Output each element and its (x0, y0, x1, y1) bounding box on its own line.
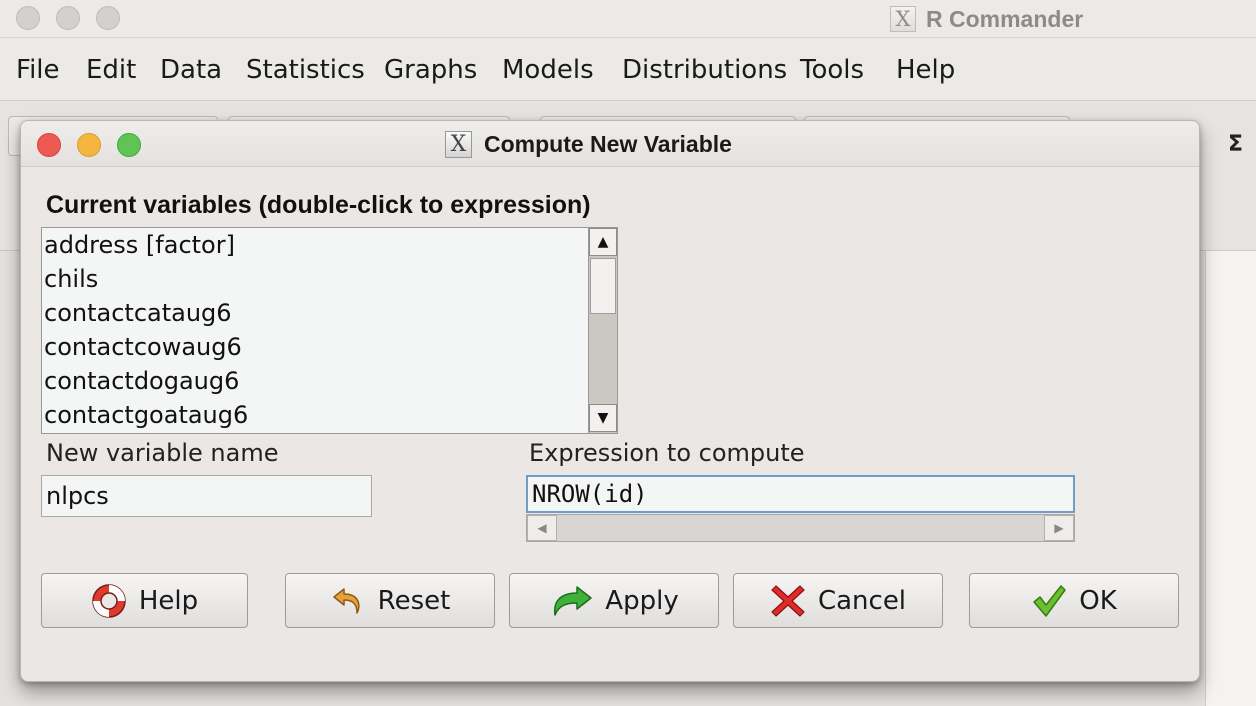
ok-button[interactable]: OK (969, 573, 1179, 628)
dialog-titlebar: X Compute New Variable (21, 121, 1199, 167)
menu-help[interactable]: Help (896, 53, 955, 87)
menu-file[interactable]: File (16, 53, 60, 87)
dialog-close-button[interactable] (37, 133, 61, 157)
main-window-title: X R Commander (890, 4, 1083, 34)
menubar: File Edit Data Statistics Graphs Models … (0, 39, 1256, 101)
script-panel-edge (1205, 251, 1256, 706)
scroll-up-arrow-icon[interactable]: ▲ (589, 228, 617, 256)
apply-button-label: Apply (605, 585, 679, 616)
list-item[interactable]: contactcataug6 (44, 296, 232, 330)
menu-distributions[interactable]: Distributions (622, 53, 787, 87)
lifebuoy-icon (91, 583, 127, 619)
redo-arrow-icon (549, 583, 593, 619)
apply-button[interactable]: Apply (509, 573, 719, 628)
dialog-title-text: Compute New Variable (484, 130, 732, 157)
undo-arrow-icon (330, 583, 366, 619)
new-variable-name-label: New variable name (46, 439, 279, 467)
compute-new-variable-dialog: X Compute New Variable Current variables… (20, 120, 1200, 682)
dialog-title: X Compute New Variable (445, 129, 732, 159)
main-window-titlebar: X R Commander (0, 0, 1256, 38)
sigma-icon[interactable]: Σ (1228, 132, 1243, 157)
ok-button-label: OK (1079, 585, 1117, 616)
menu-tools[interactable]: Tools (800, 53, 864, 87)
current-variables-label: Current variables (double-click to expre… (46, 191, 591, 219)
checkmark-icon (1031, 583, 1067, 619)
cancel-button-label: Cancel (817, 585, 907, 616)
dialog-maximize-button[interactable] (117, 133, 141, 157)
variables-vertical-scrollbar[interactable]: ▲ ▼ (588, 228, 617, 433)
scroll-right-arrow-icon[interactable]: ▶ (1044, 515, 1074, 541)
scroll-left-arrow-icon[interactable]: ◀ (527, 515, 557, 541)
reset-button[interactable]: Reset (285, 573, 495, 628)
expression-horizontal-scrollbar[interactable]: ◀ ▶ (526, 514, 1075, 542)
reset-button-label: Reset (377, 585, 451, 616)
x11-app-icon: X (445, 130, 472, 158)
dialog-minimize-button[interactable] (77, 133, 101, 157)
list-item[interactable]: contactcowaug6 (44, 330, 242, 364)
red-x-icon (770, 583, 806, 619)
menu-models[interactable]: Models (502, 53, 594, 87)
main-maximize-button[interactable] (96, 6, 120, 30)
current-variables-listbox[interactable]: address [factor] chils contactcataug6 co… (41, 227, 618, 434)
menu-statistics[interactable]: Statistics (246, 53, 365, 87)
main-minimize-button[interactable] (56, 6, 80, 30)
menu-edit[interactable]: Edit (86, 53, 136, 87)
new-variable-name-input[interactable] (41, 475, 372, 517)
menu-data[interactable]: Data (160, 53, 222, 87)
list-item[interactable]: chils (44, 262, 98, 296)
help-button-label: Help (138, 585, 199, 616)
list-item[interactable]: contactgoataug6 (44, 398, 248, 432)
list-item[interactable]: contactdogaug6 (44, 364, 239, 398)
main-close-button[interactable] (16, 6, 40, 30)
cancel-button[interactable]: Cancel (733, 573, 943, 628)
help-button[interactable]: Help (41, 573, 248, 628)
list-item[interactable]: address [factor] (44, 228, 235, 262)
x11-app-icon: X (890, 6, 916, 32)
main-title-text: R Commander (926, 5, 1084, 32)
expression-input[interactable] (526, 475, 1075, 513)
scrollbar-thumb[interactable] (590, 258, 616, 314)
scroll-down-arrow-icon[interactable]: ▼ (589, 404, 617, 432)
expression-label: Expression to compute (529, 439, 805, 467)
menu-graphs[interactable]: Graphs (384, 53, 477, 87)
